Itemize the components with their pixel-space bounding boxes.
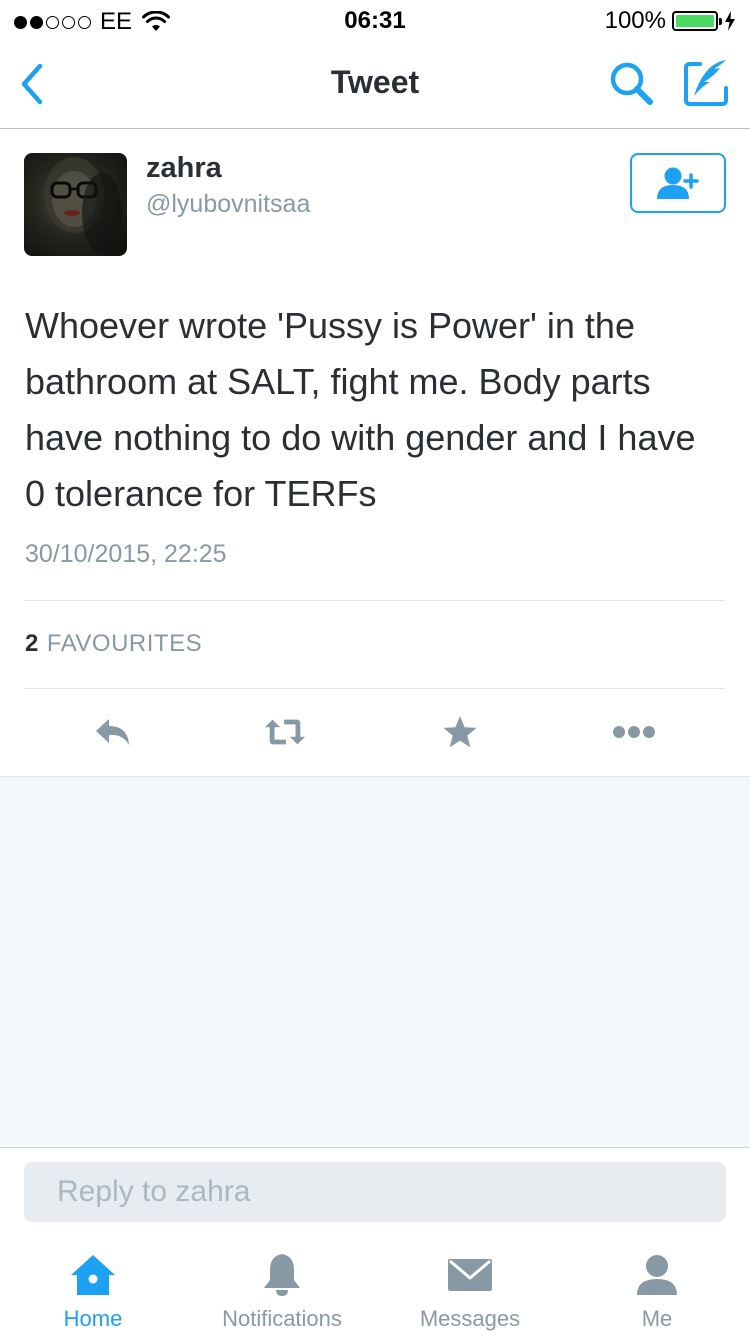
- battery-fill: [676, 15, 714, 27]
- follow-button[interactable]: [630, 153, 726, 213]
- user-display-name[interactable]: zahra: [146, 152, 222, 185]
- retweet-icon: [264, 719, 306, 745]
- tweet-text: Whoever wrote 'Pussy is Power' in the ba…: [25, 305, 696, 514]
- reply-input[interactable]: [24, 1162, 726, 1222]
- tab-messages[interactable]: Messages: [410, 1252, 530, 1332]
- home-icon: [68, 1252, 118, 1298]
- tab-notifications-label: Notifications: [222, 1306, 342, 1331]
- add-user-icon: [657, 167, 699, 199]
- person-icon: [632, 1252, 682, 1298]
- battery-nub: [719, 18, 722, 25]
- navigation-bar: Tweet: [0, 40, 750, 129]
- search-icon: [610, 62, 653, 105]
- compose-icon: [684, 60, 728, 106]
- compose-tweet-button[interactable]: [680, 56, 734, 110]
- more-icon: [613, 726, 655, 738]
- search-button[interactable]: [606, 58, 658, 110]
- favourites-stat[interactable]: 2 FAVOURITES: [25, 630, 202, 658]
- reply-button[interactable]: [91, 712, 135, 752]
- reply-field-container: [24, 1162, 726, 1222]
- tab-notifications[interactable]: Notifications: [212, 1252, 352, 1332]
- retweet-button[interactable]: [263, 712, 307, 752]
- envelope-icon: [445, 1252, 495, 1298]
- charging-bolt-icon: [725, 11, 735, 31]
- more-options-button[interactable]: [612, 712, 656, 752]
- tab-home-label: Home: [63, 1306, 123, 1331]
- favourites-label: FAVOURITES: [46, 630, 203, 657]
- star-icon: [443, 716, 477, 748]
- tab-messages-label: Messages: [419, 1306, 521, 1331]
- tab-home[interactable]: Home: [53, 1252, 133, 1332]
- status-bar: EE 06:31 100%: [0, 0, 750, 40]
- user-handle[interactable]: @lyubovnitsaa: [146, 190, 310, 219]
- battery-percent: 100%: [604, 7, 666, 34]
- tab-me-label: Me: [641, 1306, 673, 1331]
- bell-icon: [257, 1252, 307, 1298]
- favourite-button[interactable]: [438, 712, 482, 752]
- status-right: 100%: [605, 7, 736, 35]
- conversation-empty-area: [0, 776, 750, 1148]
- favourites-count: 2: [25, 630, 39, 657]
- tweet-timestamp: 30/10/2015, 22:25: [25, 540, 227, 568]
- avatar[interactable]: [24, 153, 127, 256]
- divider: [24, 688, 725, 689]
- tab-me[interactable]: Me: [617, 1252, 697, 1332]
- avatar-photo: [44, 157, 122, 253]
- battery-icon: [672, 11, 722, 31]
- reply-icon: [96, 719, 129, 745]
- divider: [24, 600, 725, 601]
